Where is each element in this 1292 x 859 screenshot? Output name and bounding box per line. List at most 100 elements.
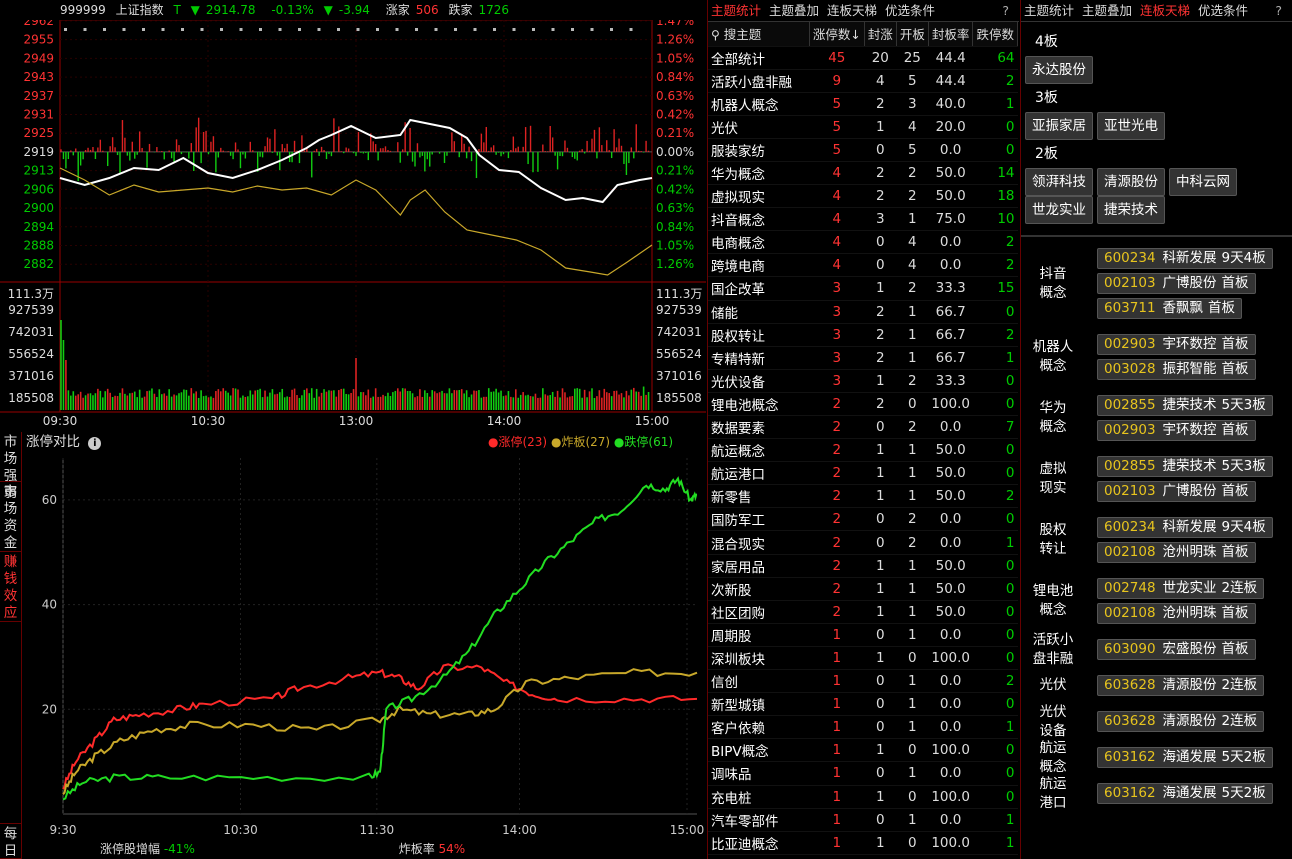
limit-up-count: 1 [809, 831, 865, 855]
table-row[interactable]: 全部统计 45 20 25 44.4 64 [708, 46, 1018, 70]
column-header[interactable]: 跌停数 [972, 22, 1018, 47]
table-row[interactable]: 数据要素 2 0 2 0.0 7 [708, 415, 1018, 440]
table-row[interactable]: 活跃小盘非融 9 4 5 44.4 2 [708, 69, 1018, 93]
pct-tick-label: 1.26% [656, 33, 694, 47]
theme-name: 深圳板块 [708, 646, 810, 671]
info-icon[interactable]: i [88, 437, 102, 450]
table-row[interactable]: 光伏设备 3 1 2 33.3 0 [708, 369, 1018, 393]
ladder-stock-button[interactable]: 永达股份 [1025, 56, 1093, 84]
ladder-stock-item[interactable]: 002855 捷荣技术 5天3板 [1097, 456, 1273, 477]
seal-rate: 20.0 [928, 115, 973, 139]
seal-rate: 44.4 [928, 46, 973, 70]
ladder-stock-button[interactable]: 领湃科技 [1025, 168, 1093, 196]
table-row[interactable]: 深圳板块 1 1 0 100.0 0 [708, 646, 1018, 671]
ladder-stock-button[interactable]: 亚世光电 [1097, 112, 1165, 140]
table-row[interactable]: 信创 1 0 1 0.0 2 [708, 669, 1018, 694]
table-row[interactable]: 充电桩 1 1 0 100.0 0 [708, 785, 1018, 809]
table-row[interactable]: 航运港口 2 1 1 50.0 0 [708, 461, 1018, 486]
ladder-tabs: 主题统计 主题叠加 连板天梯 优选条件 ? [1021, 0, 1292, 22]
intraday-chart[interactable]: 2962 1.47% 2955 1.26% 2949 1.05% 2943 0.84% 2937… [0, 20, 706, 430]
table-row[interactable]: 储能 3 2 1 66.7 0 [708, 300, 1018, 324]
tab-ladder[interactable]: 连板天梯 [827, 3, 877, 18]
ladder-stock-item[interactable]: 603628 清源股份 2连板 [1097, 711, 1265, 732]
table-row[interactable]: 股权转让 3 2 1 66.7 2 [708, 323, 1018, 347]
ladder-stock-item[interactable]: 603162 海通发展 5天2板 [1097, 747, 1273, 768]
table-row[interactable]: 光伏 5 1 4 20.0 0 [708, 115, 1018, 139]
limit-down-count: 1 [972, 831, 1018, 855]
ladder-stock-item[interactable]: 603711 香飘飘 首板 [1097, 298, 1243, 319]
ladder-stock-item[interactable]: 002855 捷荣技术 5天3板 [1097, 395, 1273, 416]
opened-count: 2 [896, 161, 929, 186]
table-row[interactable]: 次新股 2 1 1 50.0 0 [708, 577, 1018, 601]
ladder-stock-item[interactable]: 600234 科新发展 9天4板 [1097, 517, 1273, 538]
ladder-stock-item[interactable]: 603090 宏盛股份 首板 [1097, 639, 1256, 660]
theme-stats-panel: 主题统计 主题叠加 连板天梯 优选条件 ? ⚲ 搜主题 涨停数↓ 封涨 开板 封板率 跌停… [707, 0, 1019, 859]
table-row[interactable]: 国企改革 3 1 2 33.3 15 [708, 276, 1018, 301]
stock-code: 600234 [1104, 250, 1156, 266]
table-row[interactable]: 新零售 2 1 1 50.0 2 [708, 484, 1018, 509]
side-tab-profit[interactable]: 赚钱效应 [0, 552, 21, 622]
side-tab-strength[interactable]: 市场强弱 [0, 432, 21, 501]
column-header[interactable]: 封板率 [928, 22, 974, 47]
ladder-stock-item[interactable]: 002903 宇环数控 首板 [1097, 420, 1256, 441]
table-row[interactable]: 社区团购 2 1 1 50.0 0 [708, 600, 1018, 624]
ladder-stock-item[interactable]: 603628 清源股份 2连板 [1097, 675, 1265, 696]
tab-theme-stats[interactable]: 主题统计 [711, 3, 761, 18]
help-icon[interactable]: ? [1002, 0, 1009, 22]
table-row[interactable]: 专精特新 3 2 1 66.7 1 [708, 346, 1018, 370]
tab-theme-overlay[interactable]: 主题叠加 [769, 3, 819, 18]
tab-ladder[interactable]: 连板天梯 [1140, 3, 1190, 18]
side-tab-daily[interactable]: 每日 [0, 823, 21, 859]
side-tab-funds[interactable]: 市场资金 [0, 482, 21, 552]
table-row[interactable]: 国防军工 2 0 2 0.0 0 [708, 507, 1018, 532]
table-row[interactable]: 周期股 1 0 1 0.0 0 [708, 623, 1018, 647]
ladder-stock-item[interactable]: 003028 振邦智能 首板 [1097, 359, 1256, 380]
column-header[interactable]: 涨停数↓ [809, 22, 865, 47]
table-row[interactable]: 混合现实 2 0 2 0.0 1 [708, 530, 1018, 555]
table-row[interactable]: 华为概念 4 2 2 50.0 14 [708, 161, 1018, 186]
tab-filter[interactable]: 优选条件 [885, 3, 935, 18]
table-row[interactable]: 锂电池概念 2 2 0 100.0 0 [708, 392, 1018, 417]
seal-rate: 100.0 [928, 831, 973, 855]
compare-chart[interactable]: 60 40 20 9:30 10:30 11:30 14:00 15:00 [23, 452, 705, 840]
table-row[interactable]: 抖音概念 4 3 1 75.0 10 [708, 207, 1018, 232]
table-row[interactable]: 比亚迪概念 1 1 0 100.0 1 [708, 831, 1018, 855]
table-row[interactable]: 调味品 1 0 1 0.0 0 [708, 761, 1018, 786]
table-row[interactable]: 家居用品 2 1 1 50.0 0 [708, 554, 1018, 578]
search-theme[interactable]: ⚲ 搜主题 [708, 22, 810, 47]
table-row[interactable]: 客户依赖 1 0 1 0.0 1 [708, 715, 1018, 740]
ladder-stock-item[interactable]: 002903 宇环数控 首板 [1097, 334, 1256, 355]
table-row[interactable]: 跨境电商 4 0 4 0.0 2 [708, 253, 1018, 278]
tab-filter[interactable]: 优选条件 [1198, 3, 1248, 18]
ladder-stock-button[interactable]: 中科云网 [1169, 168, 1237, 196]
ladder-stock-item[interactable]: 002103 广博股份 首板 [1097, 481, 1256, 502]
theme-name: 混合现实 [708, 530, 810, 555]
theme-stats-table: ⚲ 搜主题 涨停数↓ 封涨 开板 封板率 跌停数 全部统计 45 20 25 44.4 64 活跃小盘非… [708, 22, 1018, 855]
ladder-stock-item[interactable]: 002108 沧州明珠 首板 [1097, 542, 1256, 563]
limit-up-count: 2 [809, 530, 865, 555]
ladder-stock-button[interactable]: 清源股份 [1097, 168, 1165, 196]
table-row[interactable]: 电商概念 4 0 4 0.0 2 [708, 230, 1018, 255]
theme-name: 跨境电商 [708, 253, 810, 278]
ladder-stock-item[interactable]: 002748 世龙实业 2连板 [1097, 578, 1265, 599]
table-row[interactable]: 虚拟现实 4 2 2 50.0 18 [708, 184, 1018, 209]
ladder-stock-button[interactable]: 世龙实业 [1025, 196, 1093, 224]
ladder-stock-item[interactable]: 603162 海通发展 5天2板 [1097, 783, 1273, 804]
sealed-count: 1 [864, 115, 897, 139]
ladder-stock-item[interactable]: 002108 沧州明珠 首板 [1097, 603, 1256, 624]
ladder-stock-button[interactable]: 捷荣技术 [1097, 196, 1165, 224]
ladder-stock-item[interactable]: 600234 科新发展 9天4板 [1097, 248, 1273, 269]
table-row[interactable]: BIPV概念 1 1 0 100.0 0 [708, 738, 1018, 763]
table-row[interactable]: 航运概念 2 1 1 50.0 0 [708, 438, 1018, 463]
table-row[interactable]: 汽车零部件 1 0 1 0.0 1 [708, 808, 1018, 832]
column-header[interactable]: 开板 [896, 22, 929, 47]
ladder-stock-button[interactable]: 亚振家居 [1025, 112, 1093, 140]
table-row[interactable]: 服装家纺 5 0 5 0.0 0 [708, 138, 1018, 162]
tab-theme-overlay[interactable]: 主题叠加 [1082, 3, 1132, 18]
table-row[interactable]: 新型城镇 1 0 1 0.0 0 [708, 692, 1018, 717]
tab-theme-stats[interactable]: 主题统计 [1024, 3, 1074, 18]
ladder-stock-item[interactable]: 002103 广博股份 首板 [1097, 273, 1256, 294]
table-row[interactable]: 机器人概念 5 2 3 40.0 1 [708, 92, 1018, 116]
column-header[interactable]: 封涨 [864, 22, 897, 47]
help-icon[interactable]: ? [1275, 0, 1282, 22]
